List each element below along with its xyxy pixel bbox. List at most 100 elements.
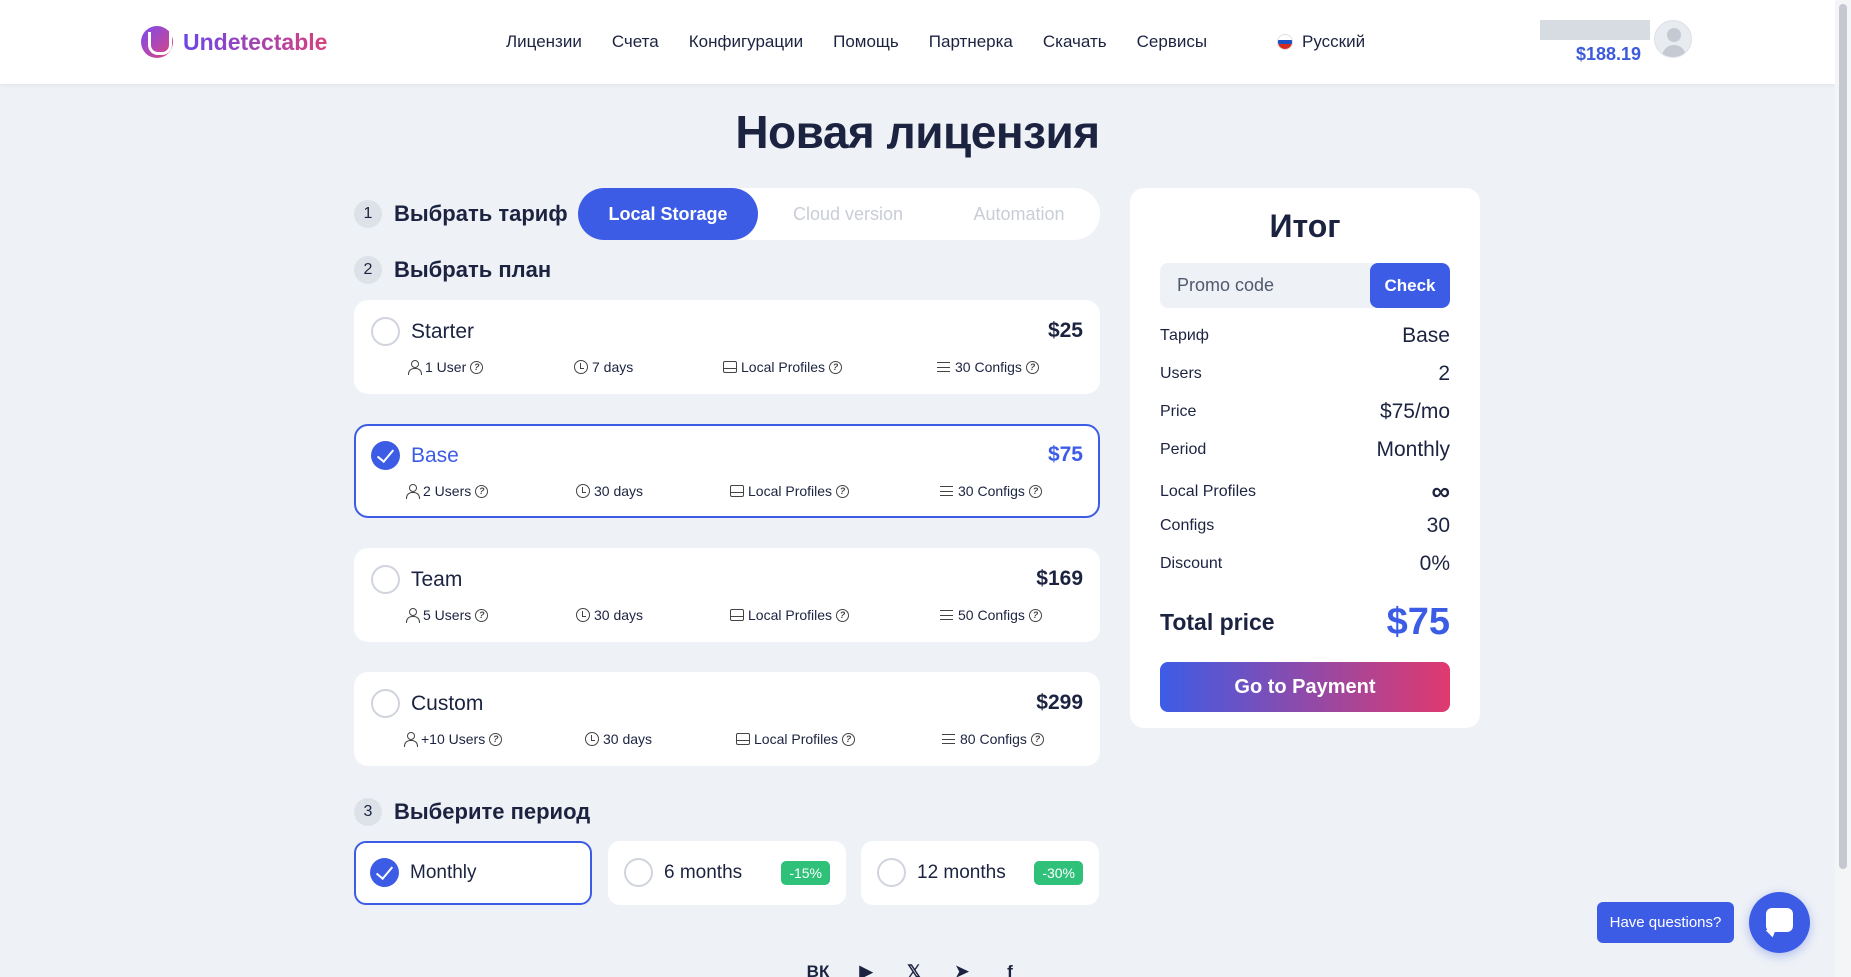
- sliders-icon: [937, 360, 951, 374]
- nav-item-help[interactable]: Помощь: [833, 32, 899, 52]
- help-icon[interactable]: ?: [1028, 608, 1042, 622]
- language-selector[interactable]: Русский: [1277, 32, 1365, 52]
- help-icon[interactable]: ?: [842, 732, 856, 746]
- plan-profiles: Local Profiles?: [736, 731, 856, 747]
- summary-row-users: Users 2: [1160, 362, 1450, 386]
- step-3-heading: 3 Выберите период: [354, 798, 590, 826]
- plan-duration-label: 7 days: [592, 359, 634, 375]
- summary-row-period: Period Monthly: [1160, 438, 1450, 462]
- plan-price: $299: [1036, 691, 1083, 714]
- twitter-icon[interactable]: 𝕏: [901, 962, 927, 977]
- plan-price: $169: [1036, 567, 1083, 590]
- plan-profiles: Local Profiles?: [730, 483, 850, 499]
- account-balance[interactable]: $188.19: [1576, 44, 1641, 65]
- period-radio-checked[interactable]: [370, 858, 399, 887]
- help-icon[interactable]: ?: [489, 732, 503, 746]
- plan-price: $75: [1047, 443, 1083, 466]
- help-icon[interactable]: ?: [1025, 360, 1039, 374]
- plan-name: Team: [411, 568, 463, 591]
- promo-code-input[interactable]: [1160, 263, 1370, 308]
- facebook-icon[interactable]: f: [997, 962, 1023, 977]
- help-icon[interactable]: ?: [836, 484, 850, 498]
- period-label: Monthly: [410, 862, 477, 883]
- have-questions-button[interactable]: Have questions?: [1597, 902, 1734, 943]
- plan-radio[interactable]: [371, 565, 400, 594]
- plan-profiles-label: Local Profiles: [748, 607, 833, 623]
- nav-item-licenses[interactable]: Лицензии: [506, 32, 582, 52]
- tab-cloud-version[interactable]: Cloud version: [758, 188, 938, 240]
- help-icon[interactable]: ?: [475, 484, 489, 498]
- plan-card-team[interactable]: Team $169 5 Users? 30 days Local Profile…: [354, 548, 1100, 642]
- tab-automation[interactable]: Automation: [938, 188, 1100, 240]
- period-monthly[interactable]: Monthly: [354, 841, 592, 905]
- sliders-icon: [940, 608, 954, 622]
- plan-card-custom[interactable]: Custom $299 +10 Users? 30 days Local Pro…: [354, 672, 1100, 766]
- plan-radio[interactable]: [371, 689, 400, 718]
- telegram-icon[interactable]: ➤: [949, 962, 975, 977]
- plan-profiles: Local Profiles?: [723, 359, 843, 375]
- nav-item-partner[interactable]: Партнерка: [929, 32, 1013, 52]
- plan-configs-label: 80 Configs: [960, 731, 1027, 747]
- summary-key: Price: [1160, 403, 1197, 420]
- scrollbar-thumb[interactable]: [1839, 4, 1847, 869]
- russia-flag-icon: [1277, 34, 1293, 50]
- user-icon: [407, 360, 422, 375]
- nav-item-invoices[interactable]: Счета: [612, 32, 659, 52]
- plan-duration-label: 30 days: [594, 483, 644, 499]
- help-icon[interactable]: ?: [1030, 732, 1044, 746]
- plan-radio[interactable]: [371, 317, 400, 346]
- summary-key: Discount: [1160, 555, 1223, 572]
- plan-card-base[interactable]: Base $75 2 Users? 30 days Local Profiles…: [354, 424, 1100, 518]
- period-12-months[interactable]: 12 months -30%: [861, 841, 1099, 905]
- language-label: Русский: [1302, 32, 1366, 51]
- plan-users: 5 Users?: [405, 607, 489, 623]
- total-price-label: Total price: [1160, 609, 1275, 635]
- scrollbar[interactable]: [1835, 0, 1851, 977]
- summary-value: 30: [1426, 514, 1450, 537]
- period-radio[interactable]: [624, 858, 653, 887]
- go-to-payment-button[interactable]: Go to Payment: [1160, 662, 1450, 712]
- tab-local-storage[interactable]: Local Storage: [578, 188, 758, 240]
- logo[interactable]: Undetectable: [141, 26, 327, 58]
- period-radio[interactable]: [877, 858, 906, 887]
- summary-value: Base: [1402, 324, 1450, 347]
- plan-users: 2 Users?: [405, 483, 489, 499]
- user-icon: [405, 484, 420, 499]
- chat-icon[interactable]: [1749, 892, 1810, 953]
- youtube-icon[interactable]: ▶: [853, 962, 879, 977]
- user-icon: [405, 608, 420, 623]
- step-1-heading: 1 Выбрать тариф: [354, 200, 568, 228]
- nav-item-download[interactable]: Скачать: [1043, 32, 1107, 52]
- vk-icon[interactable]: ВК: [805, 962, 831, 977]
- help-icon[interactable]: ?: [1028, 484, 1042, 498]
- check-promo-button[interactable]: Check: [1370, 263, 1450, 308]
- plan-profiles-label: Local Profiles: [754, 731, 839, 747]
- summary-value: Monthly: [1376, 438, 1450, 461]
- plan-profiles-label: Local Profiles: [748, 483, 833, 499]
- step-number: 1: [354, 200, 382, 228]
- period-6-months[interactable]: 6 months -15%: [608, 841, 846, 905]
- plan-users-label: 5 Users: [423, 607, 472, 623]
- help-icon[interactable]: ?: [470, 360, 484, 374]
- sliders-icon: [940, 484, 954, 498]
- step-label: Выберите период: [394, 799, 591, 824]
- top-header: Undetectable Лицензии Счета Конфигурации…: [0, 0, 1835, 84]
- summary-row-configs: Configs 30: [1160, 514, 1450, 538]
- plan-duration: 30 days: [585, 731, 652, 747]
- summary-key: Period: [1160, 441, 1207, 458]
- nav-item-services[interactable]: Сервисы: [1137, 32, 1207, 52]
- step-number: 2: [354, 256, 382, 284]
- plan-duration-label: 30 days: [594, 607, 644, 623]
- period-label: 6 months: [664, 862, 743, 883]
- avatar[interactable]: [1654, 20, 1692, 58]
- nav-item-configurations[interactable]: Конфигурации: [689, 32, 803, 52]
- plan-card-starter[interactable]: Starter $25 1 User? 7 days Local Profile…: [354, 300, 1100, 394]
- help-icon[interactable]: ?: [836, 608, 850, 622]
- main-nav: Лицензии Счета Конфигурации Помощь Партн…: [506, 32, 1207, 52]
- plan-radio-checked[interactable]: [371, 441, 400, 470]
- order-summary: Итог Check ТарифBase Users2 Price$75/mo …: [1130, 188, 1480, 728]
- help-icon[interactable]: ?: [829, 360, 843, 374]
- help-icon[interactable]: ?: [475, 608, 489, 622]
- summary-key: Local Profiles: [1160, 482, 1257, 500]
- promo-code-group: Check: [1160, 263, 1450, 308]
